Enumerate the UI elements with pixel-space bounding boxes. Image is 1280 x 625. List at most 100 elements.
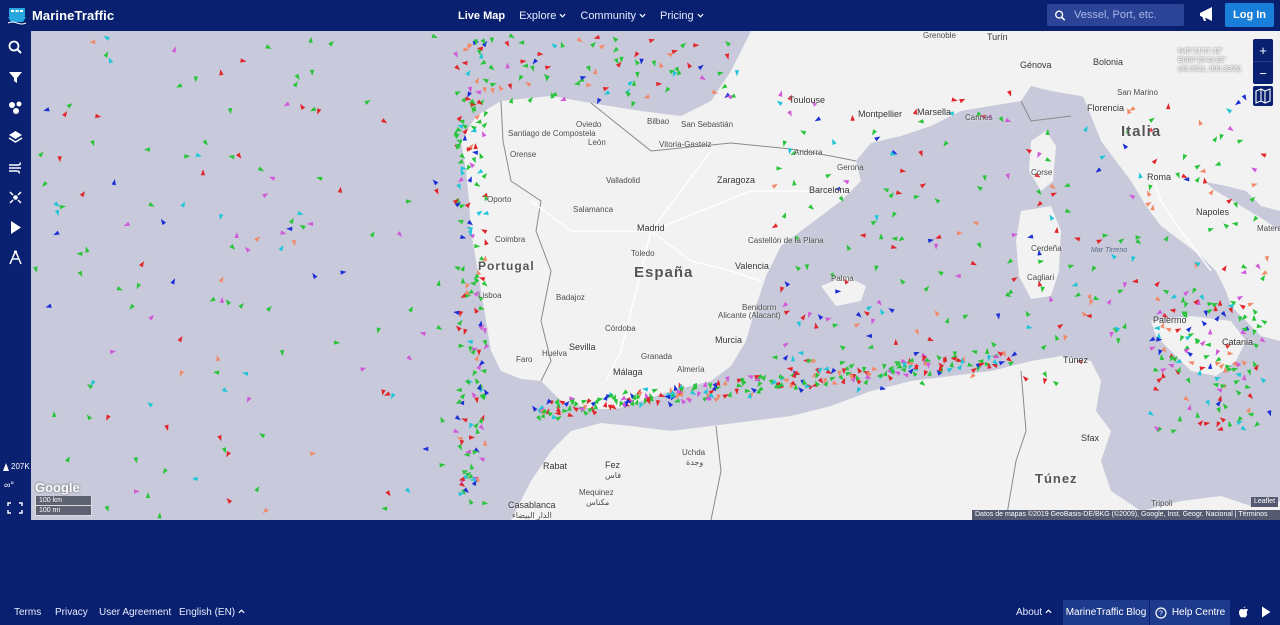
vessel-marker: [257, 166, 264, 172]
blog-button[interactable]: MarineTraffic Blog: [1063, 600, 1149, 625]
vessel-marker: [333, 340, 341, 345]
vessel-marker: [944, 317, 950, 324]
nav-pricing[interactable]: Pricing: [660, 10, 704, 22]
vessel-marker: [1122, 322, 1127, 329]
vessel-marker: [133, 457, 138, 464]
zoom-in-button[interactable]: +: [1253, 39, 1273, 61]
vessel-marker: [1163, 235, 1169, 242]
search-icon[interactable]: [7, 39, 24, 56]
vessel-marker: [687, 62, 693, 69]
vessel-marker: [65, 456, 70, 463]
vessel-marker: [234, 232, 239, 239]
vessel-marker: [532, 405, 538, 412]
infinite-label: ∞°: [4, 480, 15, 490]
apple-icon[interactable]: [1236, 605, 1250, 619]
vessel-marker: [934, 198, 941, 204]
google-play-icon[interactable]: [1259, 605, 1273, 619]
live-map[interactable]: España Portugal Italia Túnez Madrid Zara…: [31, 31, 1280, 520]
vessel-marker: [832, 323, 839, 328]
login-button[interactable]: Log In: [1225, 3, 1274, 27]
footer-link-privacy[interactable]: Privacy: [55, 607, 88, 618]
vessel-marker: [213, 370, 220, 375]
vessel-marker: [244, 246, 251, 253]
nav-explore[interactable]: Explore: [519, 10, 566, 22]
nav-live-map[interactable]: Live Map: [458, 10, 505, 22]
vessel-marker: [103, 35, 110, 41]
vessel-marker: [106, 414, 111, 421]
vessel-marker: [832, 380, 839, 385]
vessel-marker: [1241, 374, 1247, 381]
vessel-marker: [599, 44, 606, 50]
vessel-marker: [532, 58, 539, 65]
help-icon: ?: [1155, 606, 1167, 619]
country-label-portugal: Portugal: [478, 259, 535, 273]
brand-name: MarineTraffic: [32, 7, 115, 23]
play-icon[interactable]: [7, 219, 24, 236]
vessel-marker: [590, 42, 596, 48]
map-attribution[interactable]: Datos de mapas ©2019 GeoBasis-DE/BKG (©2…: [972, 510, 1280, 520]
footer-link-user-agreement[interactable]: User Agreement: [99, 607, 171, 618]
city-label-uchda-ar: وجدة: [686, 458, 704, 467]
vessel-marker: [369, 231, 375, 238]
vessel-marker: [103, 51, 109, 58]
vessel-marker: [586, 65, 591, 72]
city-label-murcia: Murcia: [715, 335, 743, 345]
vessel-marker: [562, 408, 569, 414]
vessel-marker: [123, 221, 131, 227]
vessel-marker: [476, 349, 482, 356]
search-input[interactable]: [1072, 8, 1184, 22]
city-label-badajoz: Badajoz: [556, 293, 585, 302]
footer-language-selector[interactable]: English (EN): [179, 607, 245, 618]
footer-about-menu[interactable]: About: [1016, 607, 1052, 618]
vessel-marker: [292, 81, 298, 88]
vessel-marker: [136, 282, 142, 290]
vessel-marker: [216, 355, 221, 362]
city-label-mequinez-ar: مكناس: [586, 498, 610, 507]
vessel-marker: [396, 231, 403, 238]
vessel-marker: [434, 188, 439, 195]
vessel-marker: [913, 351, 920, 357]
footer-link-terms[interactable]: Terms: [14, 607, 41, 618]
search-box[interactable]: [1047, 4, 1184, 26]
vessel-marker: [782, 342, 789, 348]
vessel-marker: [1206, 308, 1213, 314]
vessel-marker: [1159, 354, 1165, 361]
vessel-marker: [474, 354, 479, 362]
density-icon[interactable]: [7, 99, 24, 116]
vessel-marker: [219, 213, 224, 221]
zoom-out-button[interactable]: −: [1253, 61, 1273, 84]
country-label-espana: España: [634, 264, 694, 281]
layers-icon[interactable]: [7, 129, 24, 146]
vessel-marker: [935, 234, 942, 239]
city-label-cannes: Cannes: [965, 113, 993, 122]
ship-logo-icon: [7, 8, 27, 25]
vessel-marker: [262, 507, 269, 514]
city-label-valencia: Valencia: [735, 261, 769, 271]
cursor-coordinates: N45°21'07.32" E000°25'43.82" (45.3521, 0…: [1178, 47, 1241, 74]
vessel-marker: [1246, 369, 1252, 376]
filter-icon[interactable]: [7, 69, 24, 86]
help-centre-button[interactable]: ? Help Centre: [1150, 600, 1230, 625]
news-megaphone-icon[interactable]: [1197, 6, 1215, 24]
map-layers-button[interactable]: [1253, 86, 1273, 106]
vessel-marker: [95, 113, 102, 119]
vessel-marker: [474, 377, 480, 385]
vessel-marker: [804, 264, 810, 271]
brand-logo-link[interactable]: MarineTraffic: [7, 5, 114, 25]
vessel-marker: [297, 210, 304, 216]
vessel-marker: [631, 79, 637, 87]
city-label-rabat: Rabat: [543, 461, 568, 471]
vessel-marker: [1026, 324, 1033, 330]
infinite-scroll-toggle[interactable]: ∞°: [4, 480, 14, 490]
measure-icon[interactable]: [7, 249, 24, 266]
vessel-marker: [457, 444, 462, 451]
voyage-icon[interactable]: [7, 189, 24, 206]
vessel-marker: [1025, 310, 1031, 318]
leaflet-attribution-link[interactable]: Leaflet: [1251, 497, 1279, 507]
wind-icon[interactable]: [7, 159, 24, 176]
vessel-marker: [786, 367, 793, 372]
fullscreen-icon[interactable]: [6, 501, 24, 515]
vessel-marker: [1197, 420, 1204, 427]
vessel-marker: [507, 83, 512, 90]
nav-community[interactable]: Community: [580, 10, 646, 22]
